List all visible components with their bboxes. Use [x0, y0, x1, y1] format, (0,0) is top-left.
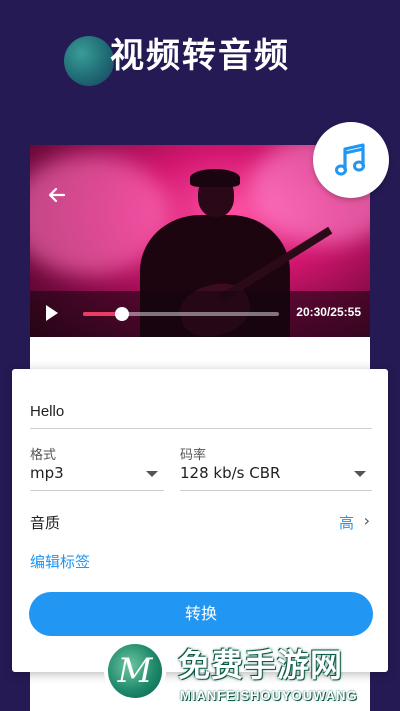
page-title: 视频转音频 — [110, 36, 290, 76]
play-icon[interactable] — [46, 305, 58, 321]
quality-row[interactable]: 音质 高 › — [30, 509, 372, 535]
playback-time: 20:30/25:55 — [296, 305, 361, 319]
music-note-icon — [335, 143, 365, 176]
music-note-button[interactable] — [313, 122, 389, 198]
seek-bar[interactable] — [83, 307, 279, 321]
quality-value: 高 — [338, 514, 354, 532]
back-arrow-icon[interactable] — [42, 180, 72, 210]
bitrate-value: 128 kb/s CBR — [180, 464, 281, 482]
watermark-title: 免费手游网 — [178, 646, 344, 684]
watermark-subtitle: MIANFEISHOUYOUWANG — [180, 688, 358, 703]
title-input[interactable] — [30, 395, 372, 429]
quality-label: 音质 — [30, 514, 61, 532]
caret-down-icon — [354, 471, 366, 477]
edit-tags-link[interactable]: 编辑标签 — [30, 551, 90, 572]
app-screen: 视频转音频 20:30/25:55 格式 — [0, 0, 400, 711]
format-select[interactable]: mp3 — [30, 457, 164, 491]
seek-bar-thumb[interactable] — [115, 307, 130, 321]
watermark-logo-letter: M — [108, 644, 162, 698]
bitrate-select[interactable]: 128 kb/s CBR — [180, 457, 372, 491]
chevron-right-icon: › — [363, 511, 370, 530]
convert-button[interactable]: 转换 — [29, 592, 373, 636]
caret-down-icon — [146, 471, 158, 477]
player-controls: 20:30/25:55 — [30, 291, 370, 337]
convert-settings-sheet: 格式 mp3 码率 128 kb/s CBR 音质 高 › 编辑标签 转换 — [12, 369, 388, 672]
performer-hat — [190, 169, 240, 187]
format-value: mp3 — [30, 464, 64, 482]
header-decor-circle — [64, 36, 114, 86]
